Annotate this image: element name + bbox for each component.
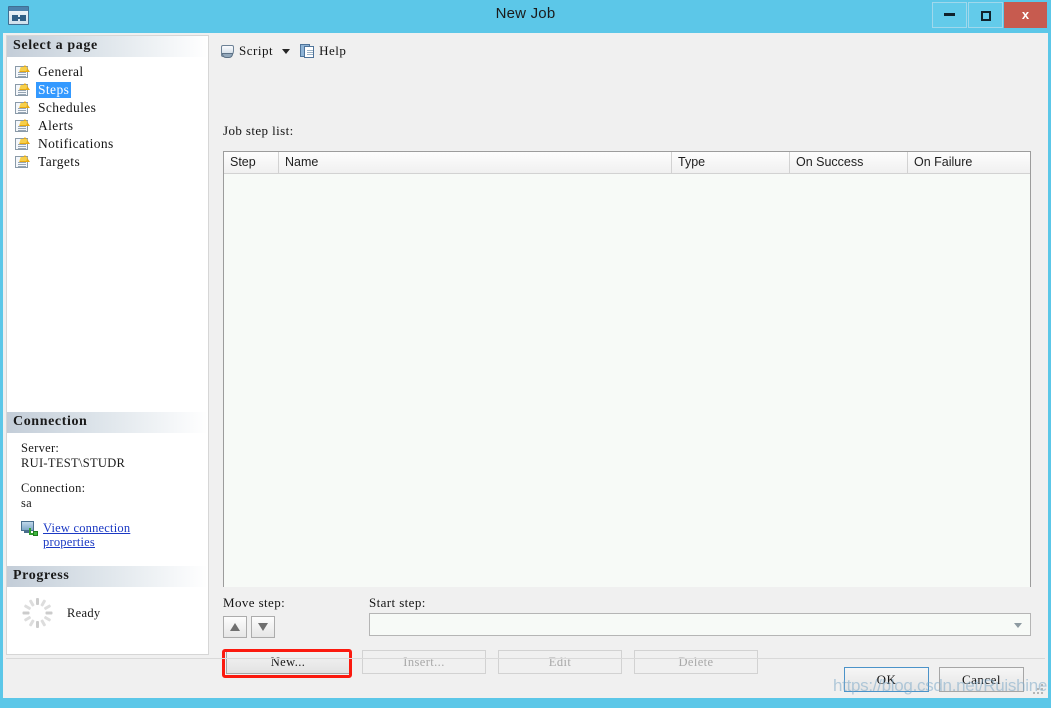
- connection-properties-icon: [21, 521, 38, 536]
- column-header-on-success[interactable]: On Success: [790, 152, 908, 173]
- sidebar-item-targets[interactable]: Targets: [15, 153, 208, 171]
- sidebar-item-label: Schedules: [38, 100, 97, 115]
- server-label: Server:: [21, 441, 60, 455]
- ok-button[interactable]: OK: [844, 667, 929, 692]
- minimize-icon: [944, 12, 955, 16]
- page-icon: [15, 65, 30, 79]
- maximize-icon: [980, 10, 991, 21]
- connection-value: sa: [21, 496, 33, 510]
- column-header-step[interactable]: Step: [224, 152, 279, 173]
- progress-panel: Progress Ready: [7, 566, 208, 629]
- script-button[interactable]: Script: [220, 40, 273, 62]
- steps-page-content: Job step list: Step Name Type On Success On …: [209, 67, 1045, 674]
- window-title: New Job: [495, 5, 556, 22]
- sidebar-item-label: Notifications: [38, 136, 114, 151]
- job-step-list[interactable]: Step Name Type On Success On Failure: [223, 151, 1031, 587]
- arrow-down-icon: [258, 623, 268, 631]
- resize-grip[interactable]: [1032, 683, 1045, 696]
- select-a-page-header: Select a page: [7, 36, 208, 57]
- progress-status-row: Ready: [7, 587, 208, 629]
- progress-header: Progress: [7, 566, 208, 587]
- job-step-list-body[interactable]: [224, 174, 1030, 587]
- sidebar-item-steps[interactable]: Steps: [15, 81, 208, 99]
- close-button[interactable]: x: [1004, 2, 1047, 28]
- column-header-type[interactable]: Type: [672, 152, 790, 173]
- dialog-toolbar: Script Help: [209, 35, 1045, 67]
- sidebar-item-alerts[interactable]: Alerts: [15, 117, 208, 135]
- job-step-list-label: Job step list:: [223, 123, 294, 138]
- dialog-body: Select a page General Steps Schedules Al…: [3, 33, 1048, 698]
- help-icon: [300, 43, 316, 59]
- connection-panel: Connection Server: RUI-TEST\STUDR Connec…: [7, 412, 208, 553]
- view-connection-properties-row[interactable]: View connection properties: [21, 521, 208, 549]
- new-step-button[interactable]: New...: [226, 650, 350, 674]
- connection-header: Connection: [7, 412, 208, 433]
- arrow-up-icon: [230, 623, 240, 631]
- progress-spinner-icon: [21, 597, 53, 629]
- help-label: Help: [319, 43, 347, 58]
- page-icon: [15, 83, 30, 97]
- title-bar: New Job x: [0, 0, 1051, 33]
- sidebar-item-schedules[interactable]: Schedules: [15, 99, 208, 117]
- progress-status-text: Ready: [67, 605, 101, 620]
- sidebar-item-general[interactable]: General: [15, 63, 208, 81]
- server-value: RUI-TEST\STUDR: [21, 456, 126, 470]
- job-step-list-header: Step Name Type On Success On Failure: [224, 152, 1030, 174]
- minimize-button[interactable]: [932, 2, 967, 28]
- move-step-label: Move step:: [223, 595, 286, 610]
- sidebar-item-label: Alerts: [38, 118, 74, 133]
- sidebar-item-label: Targets: [38, 154, 81, 169]
- delete-step-button: Delete: [634, 650, 758, 674]
- script-label: Script: [239, 43, 274, 58]
- footer-divider: [6, 658, 1045, 659]
- connection-label: Connection:: [21, 481, 86, 495]
- page-icon: [15, 155, 30, 169]
- start-step-label: Start step:: [369, 595, 426, 610]
- move-step-down-button[interactable]: [251, 616, 275, 638]
- insert-step-button: Insert...: [362, 650, 486, 674]
- select-a-page-panel: Select a page General Steps Schedules Al…: [6, 35, 209, 655]
- sidebar-item-notifications[interactable]: Notifications: [15, 135, 208, 153]
- right-pane: Script Help Job step list: Step Name Type O…: [209, 35, 1045, 674]
- sidebar-item-label: Steps: [36, 82, 72, 98]
- new-job-dialog-window: New Job x Select a page General Steps Sc…: [0, 0, 1051, 708]
- page-icon: [15, 119, 30, 133]
- page-icon: [15, 137, 30, 151]
- edit-step-button: Edit: [498, 650, 622, 674]
- maximize-button[interactable]: [968, 2, 1003, 28]
- column-header-name[interactable]: Name: [279, 152, 672, 173]
- move-step-up-button[interactable]: [223, 616, 247, 638]
- view-connection-properties-link[interactable]: View connection properties: [43, 521, 168, 549]
- start-step-dropdown[interactable]: [369, 613, 1031, 636]
- page-icon: [15, 101, 30, 115]
- column-header-on-failure[interactable]: On Failure: [908, 152, 1030, 173]
- script-icon: [220, 44, 236, 59]
- chevron-down-icon[interactable]: [282, 48, 291, 54]
- connection-details: Server: RUI-TEST\STUDR Connection: sa Vi…: [7, 433, 208, 553]
- chevron-down-icon: [1014, 623, 1022, 628]
- help-button[interactable]: Help: [300, 40, 346, 62]
- sidebar-item-label: General: [38, 64, 84, 79]
- page-list: General Steps Schedules Alerts Notificat…: [7, 57, 208, 171]
- cancel-button[interactable]: Cancel: [939, 667, 1024, 692]
